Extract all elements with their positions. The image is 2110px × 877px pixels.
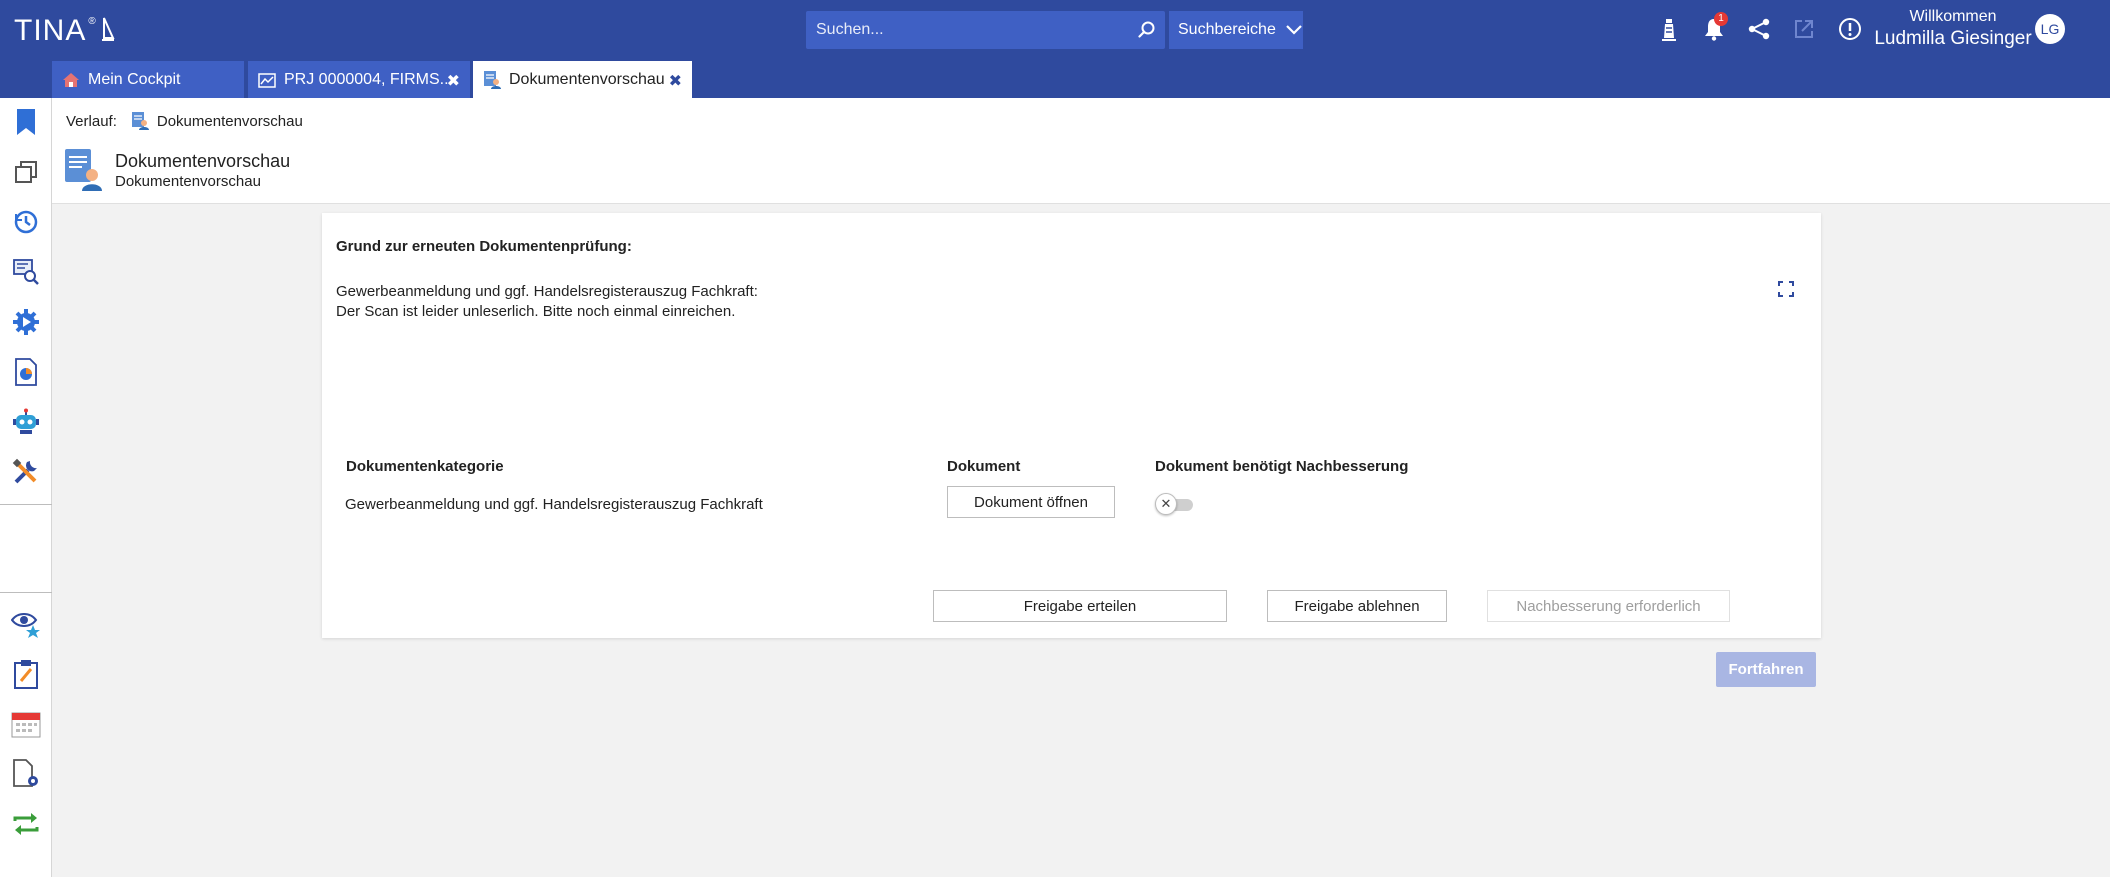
close-icon[interactable]: ✖ <box>669 71 682 91</box>
calendar-icon[interactable] <box>10 708 42 740</box>
reject-button[interactable]: Freigabe ablehnen <box>1267 590 1447 622</box>
page-subtitle: Dokumentenvorschau <box>115 173 261 190</box>
search-icon[interactable] <box>1129 11 1165 49</box>
avatar[interactable]: LG <box>2035 14 2065 44</box>
sail-icon <box>101 17 115 41</box>
bookmark-icon[interactable] <box>10 106 42 138</box>
toggle-knob: ✕ <box>1155 493 1177 515</box>
user-welcome: Willkommen Ludmilla Giesinger <box>1868 8 2038 50</box>
chevron-down-icon <box>1286 25 1302 35</box>
category-cell: Gewerbeanmeldung und ggf. Handelsregiste… <box>345 496 763 513</box>
approve-button[interactable]: Freigabe erteilen <box>933 590 1227 622</box>
reason-line: Gewerbeanmeldung und ggf. Handelsregiste… <box>336 283 758 300</box>
logo-mark: ® <box>88 16 97 27</box>
lighthouse-icon[interactable] <box>1653 14 1685 44</box>
content-header: Verlauf: Dokumentenvorschau ✕ Dokumenten… <box>52 98 2110 204</box>
reason-line: Der Scan ist leider unleserlich. Bitte n… <box>336 303 736 320</box>
column-header-needs-revision: Dokument benötigt Nachbesserung <box>1155 458 1409 475</box>
bell-icon[interactable]: 1 <box>1698 12 1730 44</box>
history-icon[interactable] <box>10 206 42 238</box>
home-icon <box>62 71 80 89</box>
tina-logo[interactable]: TINA ® <box>14 14 115 48</box>
close-icon[interactable]: ✖ <box>447 71 460 91</box>
share-icon[interactable] <box>1743 14 1775 44</box>
tab-label: Mein Cockpit <box>88 70 181 88</box>
welcome-text: Willkommen <box>1909 8 1997 25</box>
tab-label: PRJ 0000004, FIRMS... <box>284 70 453 88</box>
search-input[interactable] <box>806 21 1129 39</box>
tab-label: Dokumentenvorschau <box>509 70 665 88</box>
document-review-card: Grund zur erneuten Dokumentenprüfung: Ge… <box>322 213 1821 638</box>
sync-icon[interactable] <box>10 808 42 840</box>
sidebar-divider <box>0 592 52 593</box>
top-bar: TINA ® Suchbereiche 1 Willkommen Ludmill… <box>0 0 2110 98</box>
expand-icon[interactable] <box>1778 281 1794 302</box>
tab-dokumentenvorschau[interactable]: Dokumentenvorschau ✖ <box>473 61 692 98</box>
external-link-icon <box>1788 14 1820 44</box>
column-header-document: Dokument <box>947 458 1021 475</box>
clipboard-icon[interactable] <box>10 658 42 690</box>
document-preview-icon <box>483 70 501 90</box>
revision-required-button: Nachbesserung erforderlich <box>1487 590 1730 622</box>
sidebar-divider <box>0 504 52 505</box>
info-icon[interactable] <box>1834 14 1866 44</box>
reason-text: Gewerbeanmeldung und ggf. Handelsregiste… <box>336 282 758 322</box>
needs-revision-toggle[interactable]: ✕ <box>1155 493 1199 515</box>
continue-button[interactable]: Fortfahren <box>1716 652 1816 687</box>
search-records-icon[interactable] <box>10 256 42 288</box>
column-header-category: Dokumentenkategorie <box>346 458 504 475</box>
page-title: Dokumentenvorschau <box>115 151 291 171</box>
sidebar <box>0 98 52 877</box>
watchlist-icon[interactable] <box>10 608 42 640</box>
search-scope-label: Suchbereiche <box>1178 21 1276 38</box>
notification-badge: 1 <box>1714 12 1728 26</box>
breadcrumb: Verlauf: Dokumentenvorschau <box>66 111 303 131</box>
tab-project[interactable]: PRJ 0000004, FIRMS... ✖ <box>248 61 470 98</box>
project-icon <box>258 71 276 89</box>
document-preview-icon <box>64 148 104 197</box>
user-name: Ludmilla Giesinger <box>1874 28 2032 49</box>
global-search <box>806 11 1165 49</box>
tools-icon[interactable] <box>10 456 42 488</box>
robot-icon[interactable] <box>10 406 42 438</box>
search-scope-dropdown[interactable]: Suchbereiche <box>1169 11 1303 49</box>
process-gear-icon[interactable] <box>10 306 42 338</box>
report-icon[interactable] <box>10 356 42 388</box>
open-document-button[interactable]: Dokument öffnen <box>947 486 1115 518</box>
history-label: Verlauf: <box>66 112 117 130</box>
windows-icon[interactable] <box>10 156 42 188</box>
history-item[interactable]: Dokumentenvorschau <box>157 113 303 130</box>
tab-mein-cockpit[interactable]: Mein Cockpit <box>52 61 244 98</box>
document-settings-icon[interactable] <box>10 758 42 790</box>
document-preview-icon <box>131 111 149 131</box>
logo-text: TINA <box>14 14 87 47</box>
reason-title: Grund zur erneuten Dokumentenprüfung: <box>336 238 632 255</box>
